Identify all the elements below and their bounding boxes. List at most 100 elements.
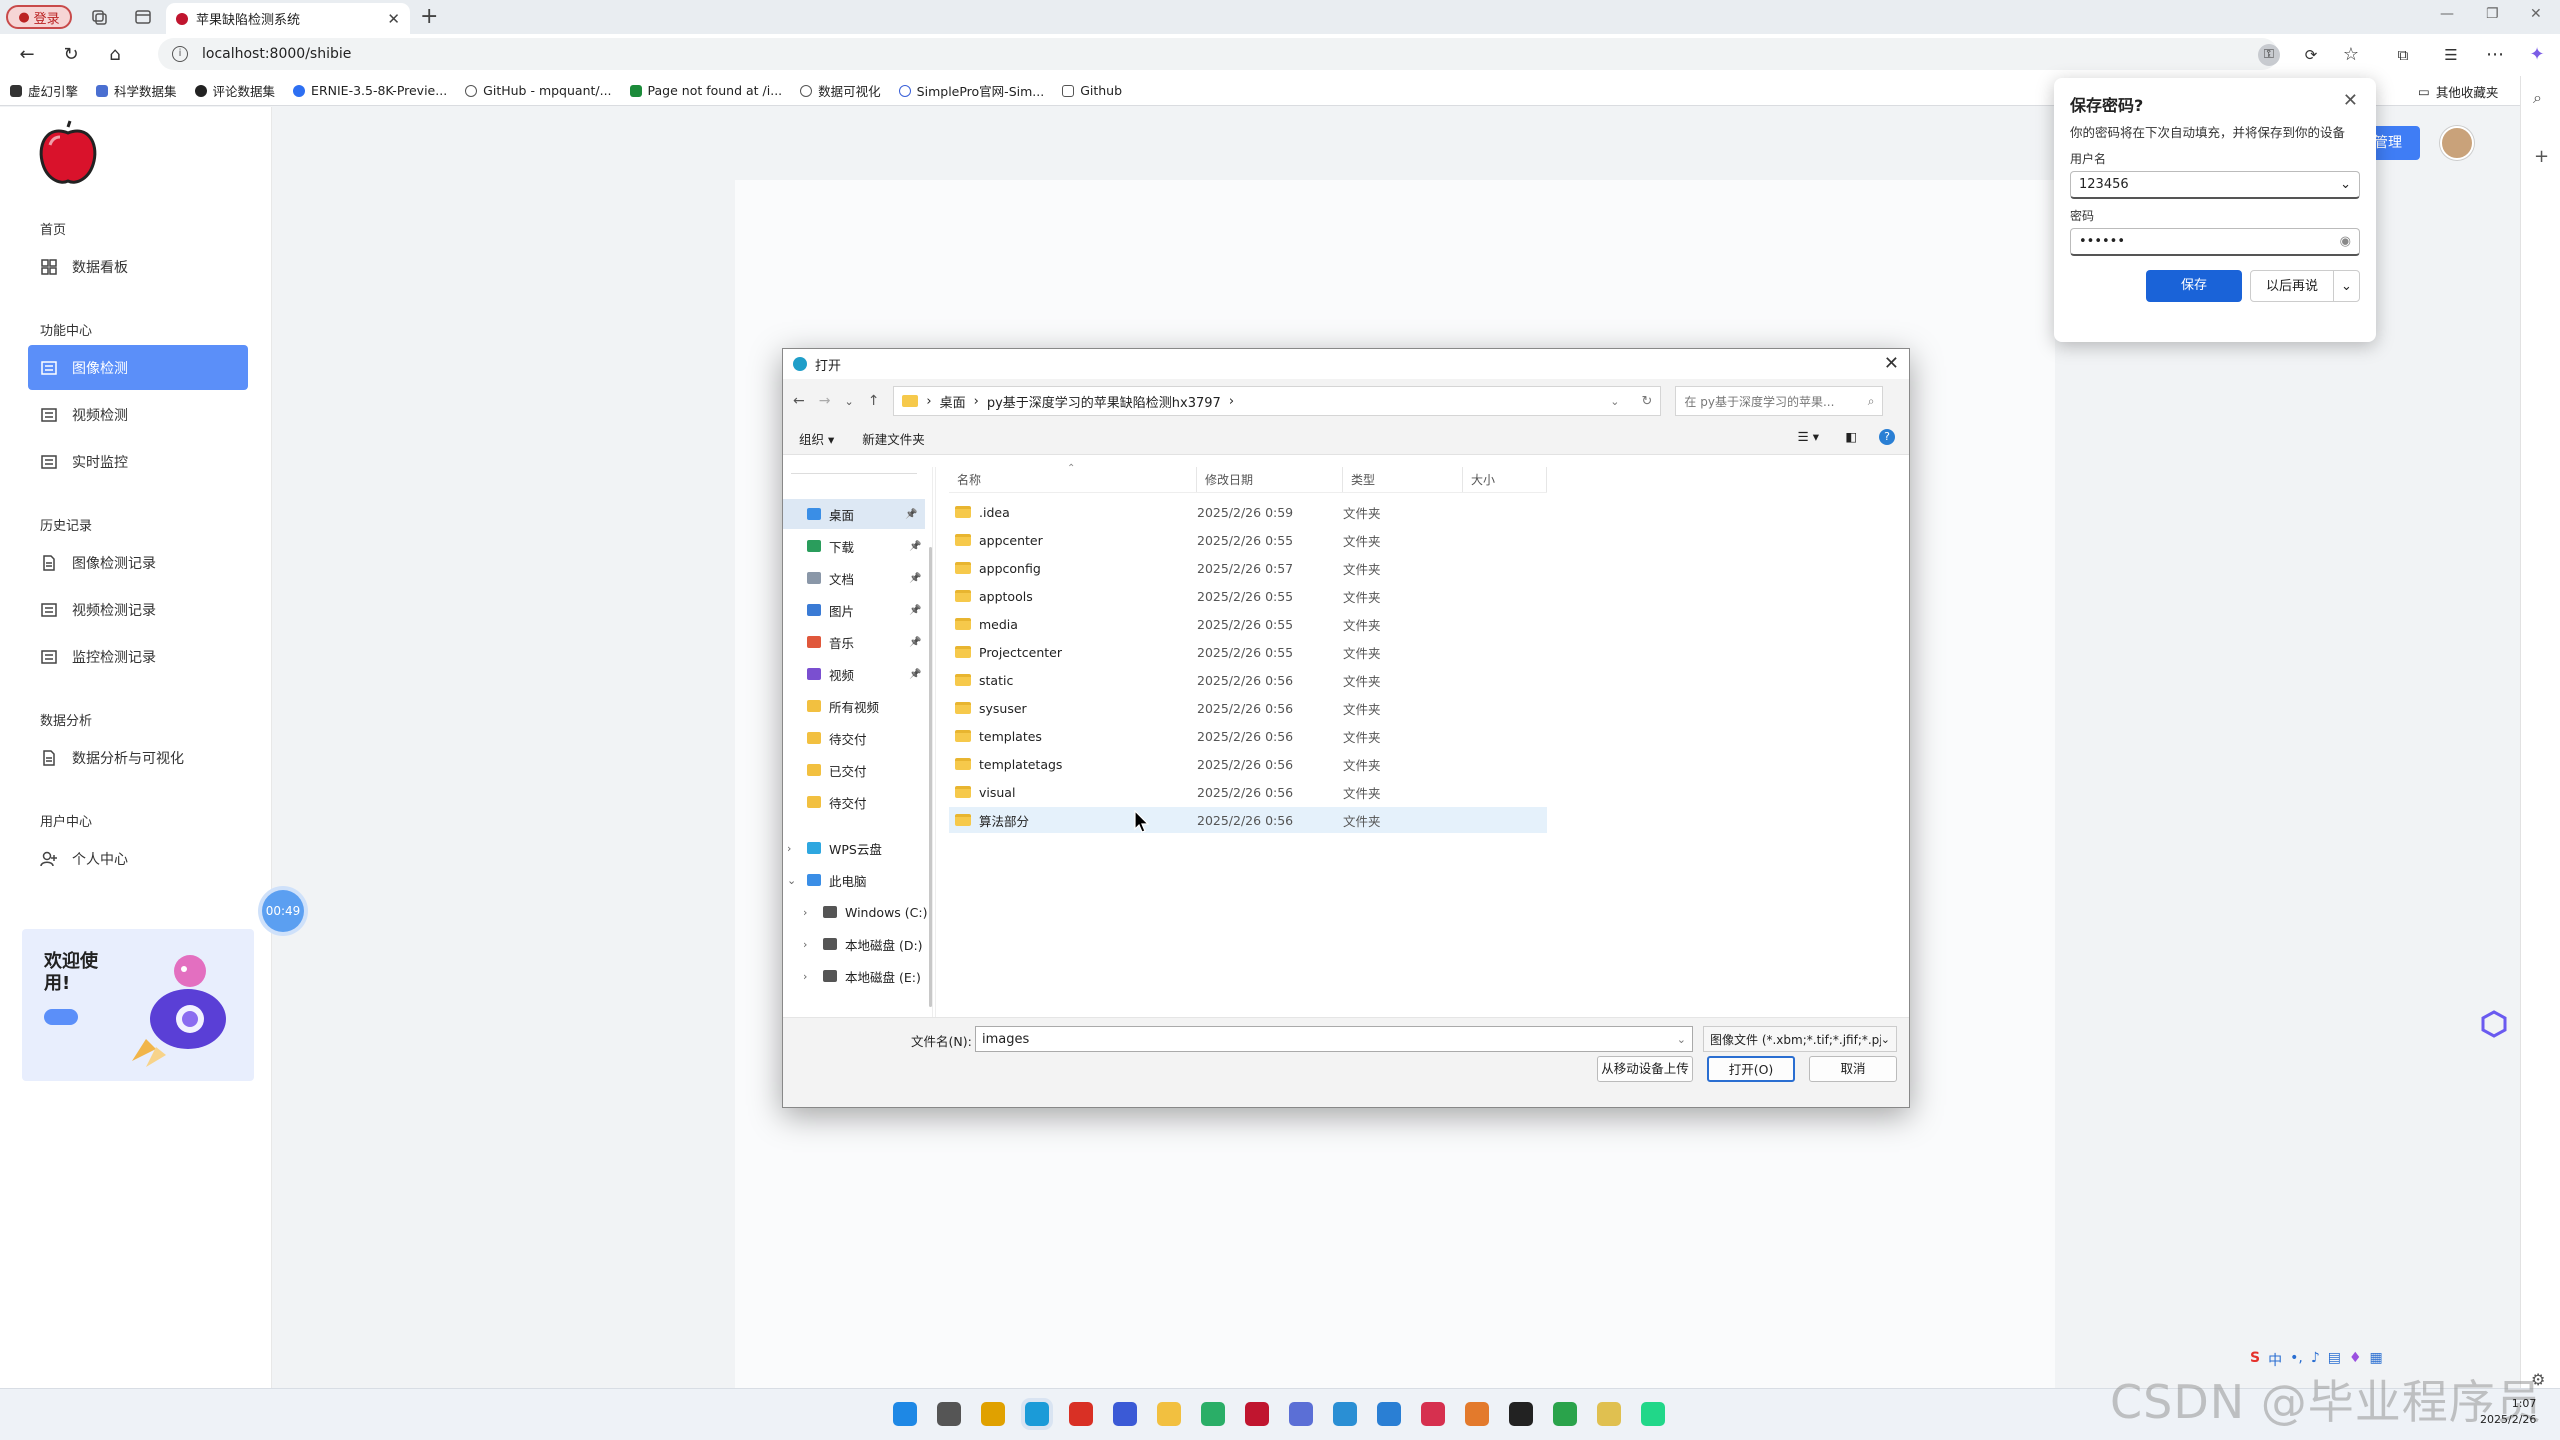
back-icon[interactable]: ← (16, 44, 38, 66)
nav-item-video-history[interactable]: 视频检测记录 (28, 587, 248, 632)
bookmark-folder[interactable]: Github (1062, 83, 1122, 98)
tree-item[interactable]: 已交付 (787, 755, 867, 785)
profile-button[interactable]: ● 登录 (6, 5, 72, 29)
system-clock[interactable]: 1:07 2025/2/26 (2480, 1396, 2536, 1428)
other-bookmarks[interactable]: ▭ 其他收藏夹 (2418, 82, 2498, 101)
nav-item-image-history[interactable]: 图像检测记录 (28, 540, 248, 585)
url-bar[interactable]: i localhost:8000/shibie (158, 38, 2278, 70)
nav-item-image-detect[interactable]: 图像检测 (28, 345, 248, 390)
chrome-icon[interactable] (1069, 1402, 1093, 1426)
pin-icon[interactable]: 📌 (909, 605, 921, 616)
breadcrumb[interactable]: › 桌面 › py基于深度学习的苹果缺陷检测hx3797 › ⌄ ↻ (893, 386, 1662, 416)
tree-item[interactable]: › 本地磁盘 (E:) (803, 961, 921, 991)
cancel-button[interactable]: 取消 (1809, 1056, 1897, 1082)
file-row[interactable]: visual 2025/2/26 0:56 文件夹 (949, 779, 1547, 805)
pin-icon[interactable]: 📌 (909, 573, 921, 584)
bookmark-item[interactable]: Page not found at /i... (629, 83, 782, 98)
bookmark-item[interactable]: 科学数据集 (96, 81, 177, 100)
expand-icon[interactable]: › (803, 938, 815, 951)
vscode-icon[interactable] (1377, 1402, 1401, 1426)
column-type[interactable]: 类型 (1343, 467, 1463, 492)
favorite-star-icon[interactable]: ☆ (2340, 44, 2362, 66)
bookmark-item[interactable]: 数据可视化 (800, 81, 881, 100)
username-field[interactable]: 123456 ⌄ (2070, 171, 2360, 199)
chevron-down-icon[interactable]: ⌄ (1677, 1033, 1686, 1046)
edge-icon[interactable] (1025, 1402, 1049, 1426)
view-icon[interactable]: ☰ ▾ (1798, 429, 1819, 444)
expand-icon[interactable]: ⌄ (787, 874, 799, 887)
extensions-icon[interactable]: ⧉ (2392, 44, 2414, 66)
nav-item-monitor-history[interactable]: 监控检测记录 (28, 634, 248, 679)
pin-icon[interactable]: 📌 (905, 509, 917, 520)
network-icon[interactable] (1289, 1402, 1313, 1426)
chevron-down-icon[interactable]: ⌄ (1610, 395, 1619, 408)
chevron-down-icon[interactable]: ⌄ (844, 395, 853, 408)
translate-icon[interactable]: ⟳ (2300, 44, 2322, 66)
expand-icon[interactable]: › (803, 906, 815, 919)
app-icon[interactable] (1597, 1402, 1621, 1426)
more-menu-icon[interactable]: ⋯ (2484, 44, 2506, 66)
favorites-icon[interactable]: ☰ (2440, 44, 2462, 66)
pin-icon[interactable]: 📌 (909, 541, 921, 552)
app-icon[interactable] (1553, 1402, 1577, 1426)
upload-button[interactable]: 从移动设备上传 (1597, 1056, 1693, 1082)
tree-item[interactable]: ⌄ 此电脑 (787, 865, 867, 895)
expand-icon[interactable]: › (787, 842, 799, 855)
refresh-icon[interactable]: ↻ (1642, 394, 1653, 409)
tab-active[interactable]: 苹果缺陷检测系统 ✕ (166, 3, 410, 34)
shield-icon[interactable] (981, 1402, 1005, 1426)
assistant-float-icon[interactable] (2480, 1010, 2508, 1038)
nav-item-dashboard[interactable]: 数据看板 (28, 244, 248, 289)
scrollbar[interactable] (929, 547, 932, 1007)
file-row[interactable]: 算法部分 2025/2/26 0:56 文件夹 (949, 807, 1547, 833)
help-icon[interactable]: ? (1879, 429, 1895, 445)
avatar[interactable] (2440, 126, 2474, 160)
chevron-down-icon[interactable]: ⌄ (2333, 271, 2359, 301)
pin-icon[interactable]: 📌 (909, 669, 921, 680)
home-icon[interactable]: ⌂ (104, 44, 126, 66)
timer-badge[interactable]: 00:49 (262, 890, 304, 932)
file-row[interactable]: .idea 2025/2/26 0:59 文件夹 (949, 499, 1547, 525)
file-row[interactable]: media 2025/2/26 0:55 文件夹 (949, 611, 1547, 637)
bookmark-item[interactable]: 评论数据集 (194, 81, 275, 100)
app-icon[interactable] (1465, 1402, 1489, 1426)
bookmark-item[interactable]: 虚幻引擎 (10, 81, 78, 100)
tree-item[interactable]: 音乐 📌 (787, 627, 921, 657)
file-row[interactable]: static 2025/2/26 0:56 文件夹 (949, 667, 1547, 693)
preview-pane-icon[interactable]: ◧ (1845, 429, 1857, 444)
tree-item[interactable]: 下载 📌 (787, 531, 921, 561)
chevron-down-icon[interactable]: ⌄ (2340, 177, 2351, 192)
workspaces-icon[interactable] (88, 6, 110, 28)
tree-item[interactable]: 图片 📌 (787, 595, 921, 625)
tab-actions-icon[interactable] (132, 6, 154, 28)
file-row[interactable]: Projectcenter 2025/2/26 0:55 文件夹 (949, 639, 1547, 665)
tree-item[interactable]: 桌面 📌 (783, 499, 925, 529)
app-icon[interactable] (1245, 1402, 1269, 1426)
close-icon[interactable]: ✕ (2343, 90, 2358, 111)
file-row[interactable]: sysuser 2025/2/26 0:56 文件夹 (949, 695, 1547, 721)
restore-icon[interactable]: ❐ (2486, 6, 2499, 22)
tool-icon[interactable] (1333, 1402, 1357, 1426)
explorer-icon[interactable] (1157, 1402, 1181, 1426)
nav-item-analysis[interactable]: 数据分析与可视化 (28, 735, 248, 780)
minimize-icon[interactable]: — (2440, 6, 2454, 22)
column-size[interactable]: 大小 (1463, 467, 1547, 492)
file-row[interactable]: templatetags 2025/2/26 0:56 文件夹 (949, 751, 1547, 777)
tree-item[interactable]: › WPS云盘 (787, 833, 882, 863)
breadcrumb-item[interactable]: py基于深度学习的苹果缺陷检测hx3797 (987, 392, 1221, 411)
back-icon[interactable]: ← (793, 393, 805, 409)
bookmark-item[interactable]: ERNIE-3.5-8K-Previe... (293, 83, 447, 98)
tree-item[interactable]: › 本地磁盘 (D:) (803, 929, 923, 959)
add-icon[interactable]: + (2534, 146, 2549, 167)
tree-item[interactable]: 视频 📌 (787, 659, 921, 689)
tree-item[interactable]: › Windows (C:) (803, 897, 927, 927)
file-row[interactable]: templates 2025/2/26 0:56 文件夹 (949, 723, 1547, 749)
tree-item[interactable]: 待交付 (787, 787, 867, 817)
forward-icon[interactable]: → (819, 393, 831, 409)
file-row[interactable]: appcenter 2025/2/26 0:55 文件夹 (949, 527, 1547, 553)
pin-icon[interactable]: 📌 (909, 637, 921, 648)
organize-menu[interactable]: 组织 ▾ (799, 429, 834, 448)
start-icon[interactable] (893, 1402, 917, 1426)
bookmark-item[interactable]: SimplePro官网-Sim... (898, 81, 1044, 100)
close-tab-icon[interactable]: ✕ (387, 10, 400, 28)
